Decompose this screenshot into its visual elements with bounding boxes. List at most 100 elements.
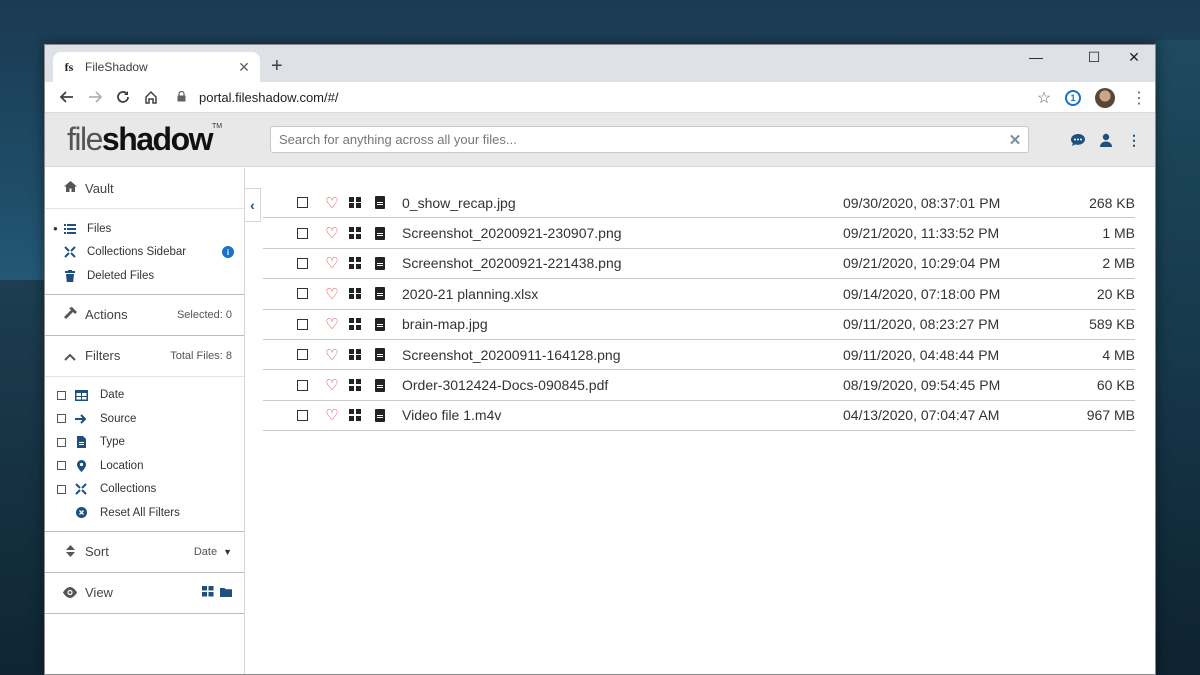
favorite-heart-icon[interactable]: ♡	[324, 224, 340, 242]
info-icon[interactable]: i	[222, 246, 234, 259]
filter-checkbox[interactable]	[57, 484, 66, 494]
image-file-icon	[375, 226, 385, 240]
file-row[interactable]: ♡ Screenshot_20200921-221438.png 09/21/202…	[263, 249, 1135, 280]
filter-source[interactable]: Source	[45, 407, 244, 431]
file-row[interactable]: ♡ Screenshot_20200911-164128.png 09/11/202…	[263, 340, 1135, 371]
collections-icon	[74, 482, 88, 496]
chat-icon[interactable]	[1069, 131, 1087, 149]
windows-source-icon	[349, 318, 361, 330]
file-name[interactable]: 0_show_recap.jpg	[402, 195, 843, 211]
reload-icon[interactable]	[109, 83, 137, 111]
fileshadow-logo[interactable]: fileshadowTM	[67, 121, 222, 158]
browser-window: fs FileShadow ✕ + — ☐ ✕ portal.fileshado…	[44, 44, 1156, 675]
pdf-file-icon	[375, 378, 385, 392]
row-checkbox[interactable]	[297, 379, 308, 391]
image-file-icon	[375, 256, 385, 270]
tab-fileshadow[interactable]: fs FileShadow ✕	[53, 52, 260, 82]
vault-header[interactable]: Vault	[45, 168, 244, 209]
file-date: 08/19/2020, 09:54:45 PM	[843, 377, 1001, 394]
row-checkbox[interactable]	[297, 349, 308, 361]
view-header[interactable]: View	[45, 573, 244, 614]
filter-type[interactable]: Type	[45, 431, 244, 455]
more-options-icon[interactable]: ⋮	[1125, 131, 1143, 149]
row-checkbox[interactable]	[297, 409, 308, 421]
home-icon[interactable]	[137, 83, 165, 111]
file-name[interactable]: Screenshot_20200921-230907.png	[402, 225, 843, 241]
file-row[interactable]: ♡ brain-map.jpg 09/11/2020, 08:23:27 PM 589…	[263, 310, 1135, 340]
actions-header[interactable]: Actions Selected: 0	[45, 295, 244, 336]
search-box: ✕	[270, 126, 1029, 153]
sidebar-item-collections-sidebar[interactable]: Collections Sidebar i	[45, 241, 244, 265]
windows-source-icon	[349, 227, 361, 239]
row-checkbox[interactable]	[297, 227, 308, 239]
file-date: 09/11/2020, 04:48:44 PM	[843, 346, 1000, 363]
filter-collections[interactable]: Collections	[45, 478, 244, 502]
favorite-heart-icon[interactable]: ♡	[324, 376, 340, 394]
favorite-heart-icon[interactable]: ♡	[324, 346, 340, 364]
filter-date[interactable]: Date	[45, 384, 244, 408]
file-name[interactable]: brain-map.jpg	[402, 316, 843, 332]
sort-label: Sort	[85, 544, 109, 559]
search-input[interactable]	[271, 132, 1002, 147]
url-text[interactable]: portal.fileshadow.com/#/	[199, 90, 1029, 105]
reset-all-filters[interactable]: Reset All Filters	[45, 501, 244, 525]
file-name[interactable]: Screenshot_20200921-221438.png	[402, 255, 843, 271]
filter-checkbox[interactable]	[57, 437, 66, 447]
file-row[interactable]: ♡ 0_show_recap.jpg 09/30/2020, 08:37:01 PM…	[263, 188, 1135, 219]
user-icon[interactable]	[1097, 131, 1115, 149]
sidebar-item-label: Collections Sidebar	[87, 246, 187, 259]
file-size: 60 KB	[1096, 377, 1135, 394]
file-row[interactable]: ♡ Screenshot_20200921-230907.png 09/21/202…	[263, 218, 1135, 249]
clear-search-icon[interactable]: ✕	[1002, 131, 1028, 149]
filter-checkbox[interactable]	[57, 390, 66, 400]
maximize-button[interactable]: ☐	[1075, 49, 1113, 66]
sidebar-item-files[interactable]: ● Files	[45, 217, 244, 241]
folder-view-icon[interactable]	[220, 586, 232, 600]
favorite-heart-icon[interactable]: ♡	[324, 406, 340, 424]
favorite-heart-icon[interactable]: ♡	[324, 315, 340, 333]
arrow-right-icon	[74, 412, 88, 426]
filters-header[interactable]: Filters Total Files: 8	[45, 336, 244, 377]
excel-file-icon	[375, 287, 385, 301]
windows-source-icon	[349, 379, 361, 391]
bookmark-star-icon[interactable]: ☆	[1029, 88, 1059, 108]
sidebar-item-deleted-files[interactable]: Deleted Files	[45, 264, 244, 288]
new-tab-button[interactable]: +	[271, 55, 283, 78]
windows-source-icon	[349, 287, 361, 300]
sort-dropdown[interactable]: Date ▼	[194, 546, 232, 558]
trash-icon	[63, 269, 77, 283]
clear-circle-icon	[74, 506, 88, 520]
favorite-heart-icon[interactable]: ♡	[324, 285, 340, 303]
grid-view-icon[interactable]	[202, 585, 214, 600]
file-date: 09/14/2020, 07:18:00 PM	[843, 285, 1001, 302]
windows-source-icon	[349, 196, 361, 209]
browser-menu-icon[interactable]: ⋮	[1131, 88, 1147, 108]
forward-icon[interactable]	[81, 83, 109, 111]
filter-checkbox[interactable]	[57, 414, 66, 424]
favorite-heart-icon[interactable]: ♡	[324, 194, 340, 212]
file-name[interactable]: 2020-21 planning.xlsx	[402, 286, 843, 302]
row-checkbox[interactable]	[297, 288, 308, 300]
file-row[interactable]: ♡ Order-3012424-Docs-090845.pdf 08/19/2020…	[263, 370, 1135, 401]
row-checkbox[interactable]	[297, 197, 308, 209]
filter-location[interactable]: Location	[45, 454, 244, 478]
minimize-button[interactable]: —	[1017, 49, 1055, 65]
file-name[interactable]: Screenshot_20200911-164128.png	[402, 347, 843, 363]
row-checkbox[interactable]	[297, 318, 308, 330]
password-manager-extension-icon[interactable]: 1	[1065, 89, 1081, 106]
file-name[interactable]: Video file 1.m4v	[402, 407, 843, 423]
filter-checkbox[interactable]	[57, 461, 66, 471]
sort-header[interactable]: Sort Date ▼	[45, 532, 244, 573]
profile-avatar[interactable]	[1095, 87, 1115, 108]
address-bar[interactable]: portal.fileshadow.com/#/ ☆ 1 ⋮	[165, 85, 1147, 110]
tab-close-icon[interactable]: ✕	[236, 59, 252, 76]
favorite-heart-icon[interactable]: ♡	[324, 254, 340, 272]
back-icon[interactable]	[53, 83, 81, 111]
window-close-button[interactable]: ✕	[1115, 49, 1153, 66]
vault-items: ● Files Collections Sidebar i Deleted Fi…	[45, 209, 244, 295]
file-name[interactable]: Order-3012424-Docs-090845.pdf	[402, 377, 843, 393]
file-row[interactable]: ♡ 2020-21 planning.xlsx 09/14/2020, 07:18:…	[263, 279, 1135, 310]
row-checkbox[interactable]	[297, 257, 308, 269]
file-icon	[74, 435, 88, 449]
file-row[interactable]: ♡ Video file 1.m4v 04/13/2020, 07:04:47 AM…	[263, 401, 1135, 432]
